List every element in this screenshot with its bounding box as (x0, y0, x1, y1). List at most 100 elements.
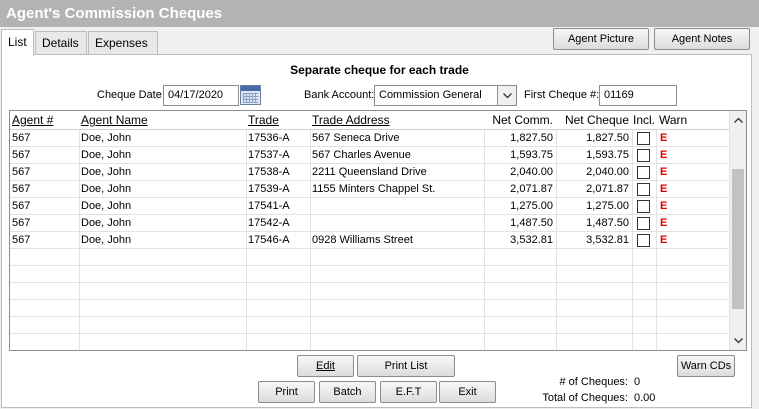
warn-flag: E (660, 217, 668, 229)
cell-net-cheque: 3,532.81 (586, 234, 629, 246)
first-cheque-label: First Cheque #: (524, 89, 600, 101)
tab-details[interactable]: Details (35, 31, 87, 55)
cell-net-cheque: 2,071.87 (586, 183, 629, 195)
cell-net-comm: 2,071.87 (510, 183, 553, 195)
table-row[interactable] (10, 266, 730, 283)
include-checkbox[interactable] (637, 183, 650, 196)
page-heading: Separate cheque for each trade (290, 63, 469, 77)
tab-details-label: Details (42, 36, 79, 50)
scroll-up-icon[interactable] (734, 117, 743, 123)
col-net-comm[interactable]: Net Comm. (484, 111, 556, 130)
vertical-scrollbar[interactable] (729, 111, 746, 350)
table-body: 567 Doe, John 17536-A 567 Seneca Drive 1,827… (10, 130, 730, 350)
table-row[interactable] (10, 334, 730, 350)
cell-agent-name: Doe, John (81, 149, 132, 161)
eft-button[interactable]: E.F.T (380, 381, 437, 403)
cell-trade-address (310, 198, 484, 214)
calendar-icon[interactable] (240, 85, 261, 105)
cell-trade: 17536-A (248, 132, 290, 144)
include-checkbox[interactable] (637, 132, 650, 145)
bank-account-select[interactable]: Commission General (374, 85, 498, 106)
agent-picture-button[interactable]: Agent Picture (553, 28, 649, 50)
table-row[interactable]: 567 Doe, John 17541-A 1,275.00 1,275.00 E (10, 198, 730, 215)
window-title: Agent's Commission Cheques (0, 0, 759, 27)
cell-net-comm: 3,532.81 (510, 234, 553, 246)
cell-trade: 17537-A (248, 149, 290, 161)
cell-net-cheque: 1,487.50 (586, 217, 629, 229)
scroll-down-icon[interactable] (734, 338, 743, 344)
cell-trade: 17546-A (248, 234, 290, 246)
include-checkbox[interactable] (637, 200, 650, 213)
edit-button[interactable]: Edit (297, 355, 354, 377)
cell-agent-number: 567 (12, 234, 31, 246)
col-net-cheque[interactable]: Net Cheque (556, 111, 632, 130)
cell-trade: 17539-A (248, 183, 290, 195)
warn-flag: E (660, 234, 668, 246)
cell-agent-number: 567 (12, 132, 31, 144)
cell-agent-name: Doe, John (81, 132, 132, 144)
cell-agent-name: Doe, John (81, 217, 132, 229)
include-checkbox[interactable] (637, 149, 650, 162)
col-agent-number[interactable]: Agent # (10, 111, 80, 130)
cheque-date-field[interactable]: 04/17/2020 (163, 85, 239, 106)
include-checkbox[interactable] (637, 166, 650, 179)
table-row[interactable]: 567 Doe, John 17536-A 567 Seneca Drive 1,827… (10, 130, 730, 147)
col-incl[interactable]: Incl. (631, 111, 658, 130)
table-row[interactable] (10, 283, 730, 300)
bank-account-label: Bank Account: (304, 89, 375, 101)
num-cheques-value: 0 (634, 376, 641, 388)
table-row[interactable] (10, 300, 730, 317)
cell-trade: 17541-A (248, 200, 290, 212)
col-agent-name[interactable]: Agent Name (79, 111, 246, 130)
warn-flag: E (660, 200, 668, 212)
agent-notes-button[interactable]: Agent Notes (654, 28, 750, 50)
col-trade-address[interactable]: Trade Address (310, 111, 484, 130)
cell-agent-name: Doe, John (81, 234, 132, 246)
tab-expenses[interactable]: Expenses (88, 31, 158, 55)
warn-flag: E (660, 183, 668, 195)
cell-agent-number: 567 (12, 200, 31, 212)
include-checkbox[interactable] (637, 217, 650, 230)
table-row[interactable]: 567 Doe, John 17537-A 567 Charles Avenue 1,5… (10, 147, 730, 164)
table-row[interactable] (10, 249, 730, 266)
num-cheques-label: # of Cheques: (559, 376, 629, 388)
col-trade[interactable]: Trade (246, 111, 310, 130)
col-warn[interactable]: Warn (657, 111, 697, 130)
cell-trade-address: 1155 Minters Chappel St. (312, 183, 436, 195)
cell-agent-number: 567 (12, 217, 31, 229)
cell-net-cheque: 1,827.50 (586, 132, 629, 144)
cell-agent-number: 567 (12, 149, 31, 161)
edit-button-label: Edit (316, 360, 335, 372)
cheque-table: Agent # Agent Name Trade Trade Address N… (9, 110, 747, 351)
cell-net-comm: 1,827.50 (510, 132, 553, 144)
cell-net-cheque: 1,593.75 (586, 149, 629, 161)
exit-button[interactable]: Exit (439, 381, 496, 403)
table-row[interactable] (10, 317, 730, 334)
warn-cds-button[interactable]: Warn CDs (677, 355, 735, 377)
batch-button[interactable]: Batch (319, 381, 376, 403)
cell-net-comm: 1,275.00 (510, 200, 553, 212)
print-button[interactable]: Print (258, 381, 315, 403)
print-list-button[interactable]: Print List (357, 355, 455, 377)
cell-agent-name: Doe, John (81, 200, 132, 212)
cheque-date-label: Cheque Date: (97, 89, 165, 101)
warn-flag: E (660, 149, 668, 161)
cell-net-comm: 2,040.00 (510, 166, 553, 178)
table-row[interactable]: 567 Doe, John 17542-A 1,487.50 1,487.50 E (10, 215, 730, 232)
include-checkbox[interactable] (637, 234, 650, 247)
tab-expenses-label: Expenses (95, 36, 148, 50)
tab-list[interactable]: List (1, 29, 34, 56)
cell-trade-address: 0928 Williams Street (312, 234, 413, 246)
chevron-down-icon[interactable] (497, 85, 517, 106)
cell-net-cheque: 2,040.00 (586, 166, 629, 178)
cell-trade: 17542-A (248, 217, 290, 229)
cell-agent-number: 567 (12, 183, 31, 195)
table-row[interactable]: 567 Doe, John 17539-A 1155 Minters Chappel … (10, 181, 730, 198)
table-row[interactable]: 567 Doe, John 17538-A 2211 Queensland Drive… (10, 164, 730, 181)
scrollbar-thumb[interactable] (732, 169, 744, 309)
table-row[interactable]: 567 Doe, John 17546-A 0928 Williams Street 3… (10, 232, 730, 249)
warn-flag: E (660, 132, 668, 144)
first-cheque-field[interactable]: 01169 (599, 85, 677, 106)
total-cheques-value: 0.00 (634, 392, 656, 404)
cell-agent-name: Doe, John (81, 166, 132, 178)
